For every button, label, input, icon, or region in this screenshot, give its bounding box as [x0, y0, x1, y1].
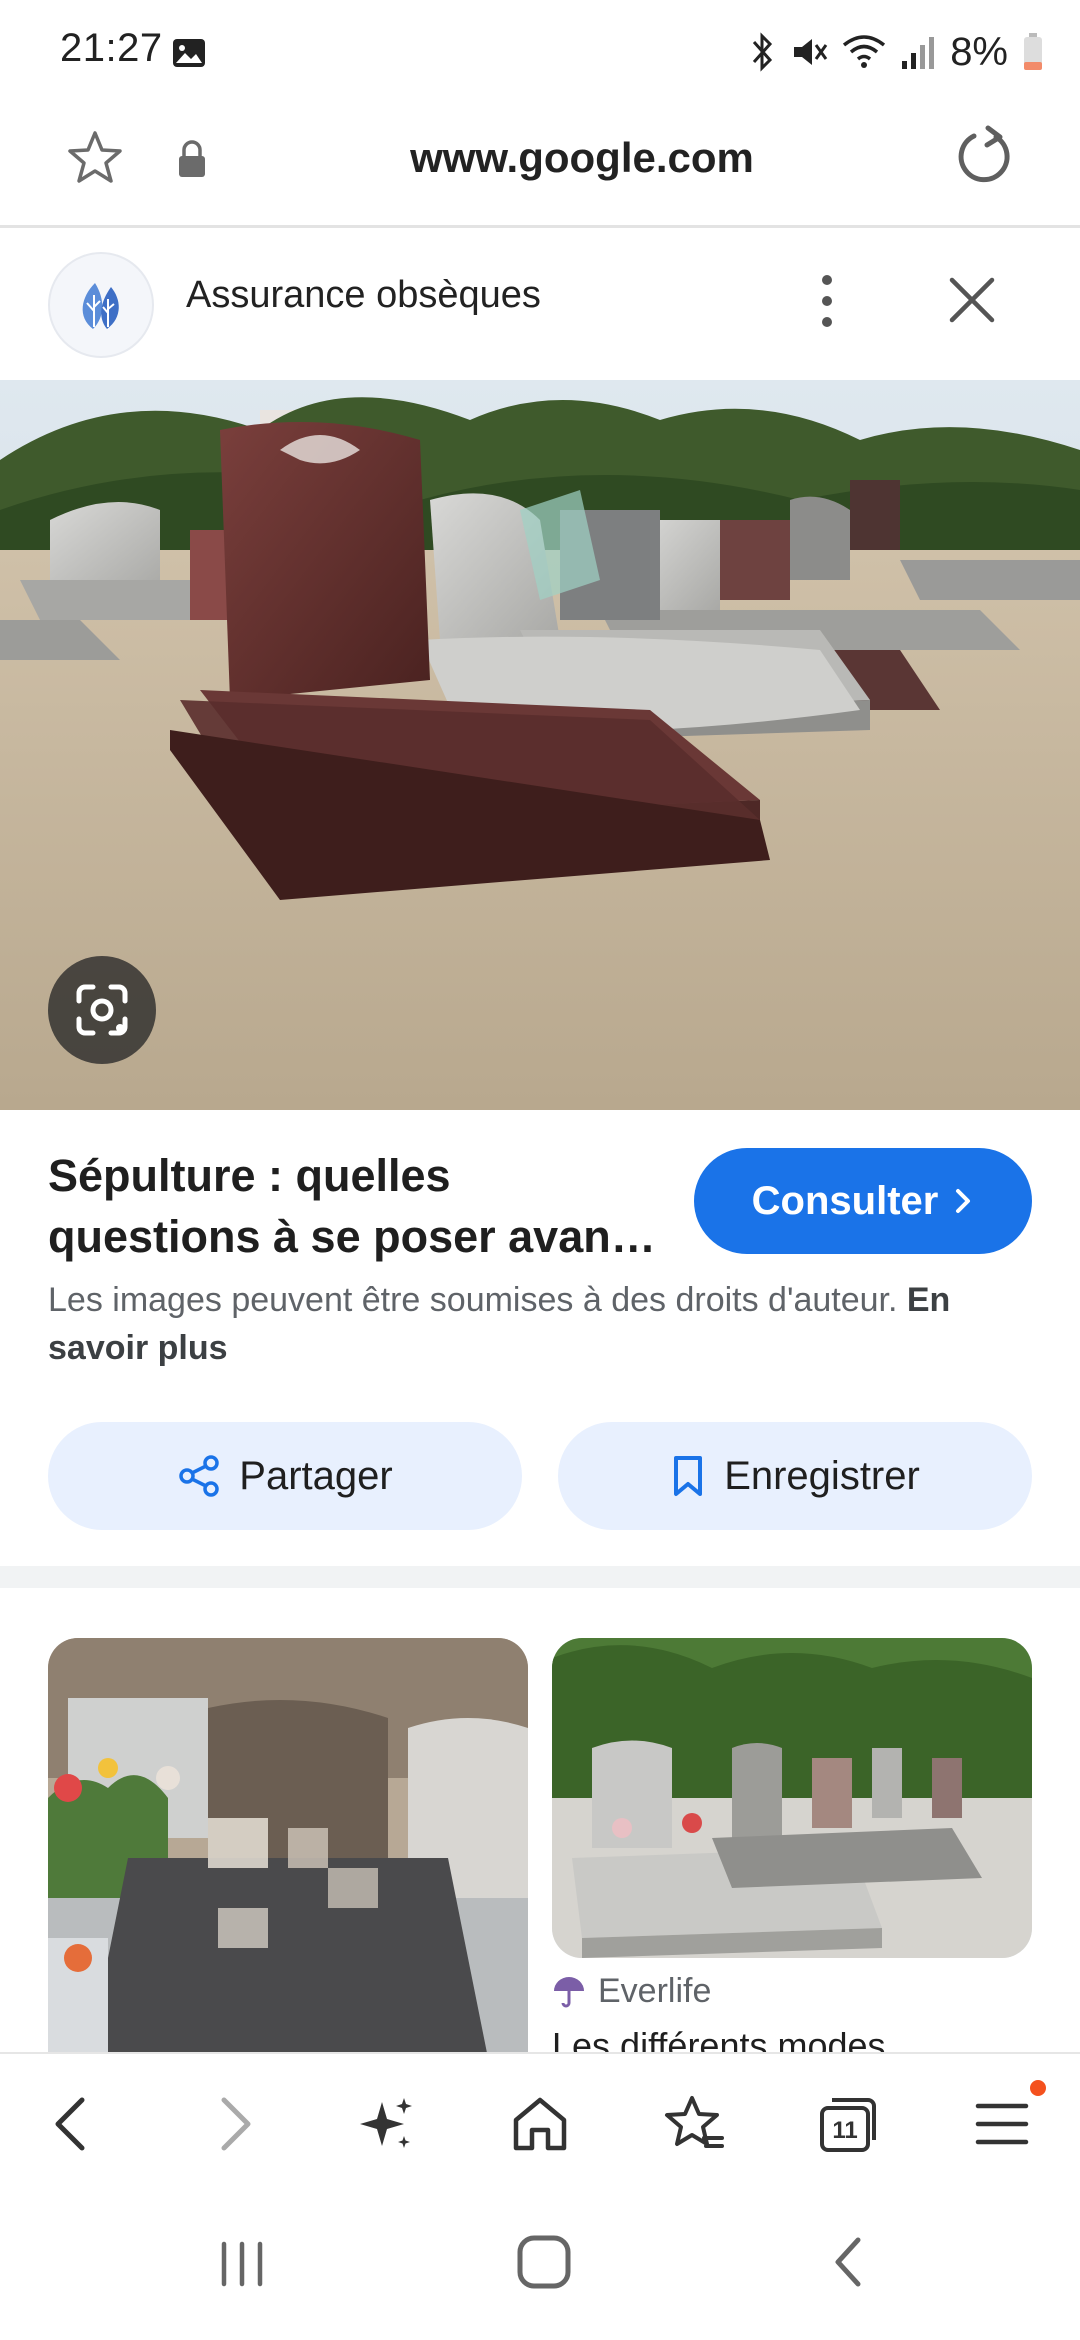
wifi-icon: [843, 35, 886, 68]
cemetery-photo: [552, 1638, 1032, 1958]
grave-closeup-photo: [48, 1638, 528, 2058]
related-image-right[interactable]: [552, 1638, 1032, 1958]
umbrella-icon: [554, 1976, 584, 2007]
menu-icon[interactable]: [970, 2092, 1034, 2156]
notification-dot: [1030, 2080, 1046, 2096]
chevron-right-icon: [956, 1189, 971, 1213]
forward-icon[interactable]: [200, 2092, 264, 2156]
ad-title: Assurance obsèques: [186, 274, 541, 316]
signal-icon: [902, 37, 935, 69]
status-bar: 21:27 8%: [0, 0, 1080, 105]
related-source[interactable]: Everlife: [552, 1972, 711, 2011]
gravestones-photo: [0, 380, 1080, 1110]
share-button[interactable]: Partager: [48, 1422, 522, 1530]
consult-label: Consulter: [751, 1178, 939, 1223]
lock-icon[interactable]: [176, 139, 208, 179]
back-icon[interactable]: [42, 2092, 106, 2156]
mute-icon: [794, 39, 828, 65]
ai-sparkle-icon[interactable]: [354, 2092, 418, 2156]
close-icon[interactable]: [944, 272, 1000, 328]
tabs-icon[interactable]: 11: [816, 2092, 880, 2156]
gallery-icon: [173, 39, 205, 67]
leaf-logo-icon: [82, 283, 119, 329]
ad-logo: [48, 252, 154, 358]
bookmark-icon: [674, 1456, 703, 1496]
bookmark-star-icon[interactable]: [64, 127, 126, 189]
home-button-icon[interactable]: [512, 2230, 576, 2294]
recent-apps-icon[interactable]: [212, 2234, 272, 2294]
reload-icon[interactable]: [952, 125, 1016, 189]
ad-header[interactable]: Assurance obsèques: [0, 228, 1080, 380]
share-label: Partager: [239, 1453, 393, 1498]
browser-toolbar: 11: [0, 2052, 1080, 2192]
related-image-left[interactable]: [48, 1638, 528, 2058]
svg-text:11: 11: [832, 2117, 857, 2144]
copyright-notice: Les images peuvent être soumises à des d…: [48, 1276, 1038, 1372]
bookmarks-icon[interactable]: [662, 2092, 726, 2156]
lens-icon: [76, 984, 128, 1036]
battery-icon: [1024, 33, 1042, 70]
share-icon: [179, 1455, 220, 1497]
save-button[interactable]: Enregistrer: [558, 1422, 1032, 1530]
system-navigation-bar: [0, 2190, 1080, 2340]
section-divider: [0, 1566, 1080, 1588]
more-options-icon[interactable]: [812, 266, 842, 336]
result-title[interactable]: Sépulture : quelles questions à se poser…: [48, 1145, 668, 1267]
url-field[interactable]: www.google.com: [300, 127, 864, 189]
bluetooth-icon: [753, 32, 773, 72]
status-icons: 8%: [748, 30, 1044, 74]
address-bar: www.google.com: [0, 105, 1080, 228]
battery-percent: 8%: [950, 29, 1008, 74]
home-icon[interactable]: [508, 2092, 572, 2156]
save-label: Enregistrer: [724, 1453, 920, 1498]
source-name: Everlife: [598, 1972, 712, 2010]
lens-search-button[interactable]: [48, 956, 156, 1064]
status-time: 21:27: [60, 26, 163, 70]
copyright-text: Les images peuvent être soumises à des d…: [48, 1281, 898, 1319]
main-result-image[interactable]: [0, 380, 1080, 1110]
consult-button[interactable]: Consulter: [694, 1148, 1032, 1254]
system-back-icon[interactable]: [820, 2232, 880, 2292]
